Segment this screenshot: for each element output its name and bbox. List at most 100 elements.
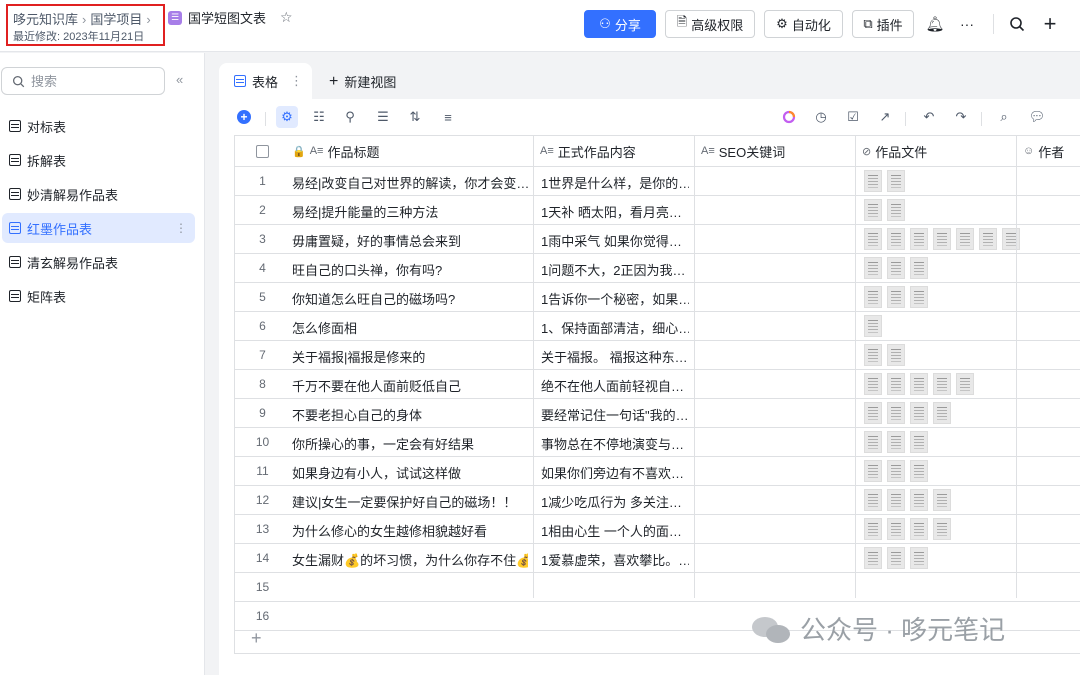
cell-content[interactable]: 要经常记住一句话"我的… bbox=[541, 405, 689, 424]
search-input[interactable] bbox=[31, 73, 141, 89]
cell-content[interactable]: 1雨中采气 如果你觉得… bbox=[541, 231, 689, 250]
sidebar-item-miaoqing[interactable]: 妙清解易作品表 bbox=[2, 179, 195, 209]
cell-files[interactable] bbox=[864, 547, 928, 569]
file-thumbnail[interactable] bbox=[887, 286, 905, 308]
table-row[interactable]: 7 关于福报|福报是修来的 关于福报。 福报这种东… bbox=[235, 341, 1080, 370]
file-thumbnail[interactable] bbox=[887, 199, 905, 221]
cell-content[interactable]: 1告诉你一个秘密，如果… bbox=[541, 289, 689, 308]
cell-title[interactable]: 不要老担心自己的身体 bbox=[292, 405, 528, 424]
file-thumbnail[interactable] bbox=[864, 431, 882, 453]
cell-content[interactable]: 1相由心生 一个人的面… bbox=[541, 521, 689, 540]
file-thumbnail[interactable] bbox=[910, 402, 928, 424]
cell-files[interactable] bbox=[864, 373, 974, 395]
cell-files[interactable] bbox=[864, 518, 951, 540]
cell-title[interactable]: 易经|提升能量的三种方法 bbox=[292, 202, 528, 221]
table-row[interactable]: 13 为什么修心的女生越修相貌越好看 1相由心生 一个人的面… bbox=[235, 515, 1080, 544]
file-thumbnail[interactable] bbox=[887, 518, 905, 540]
star-icon[interactable]: ☆ bbox=[280, 9, 293, 26]
file-thumbnail[interactable] bbox=[910, 228, 928, 250]
cell-files[interactable] bbox=[864, 315, 882, 337]
column-header-title[interactable]: 🔒 A≡ 作品标题 bbox=[290, 136, 534, 167]
file-thumbnail[interactable] bbox=[864, 315, 882, 337]
file-thumbnail[interactable] bbox=[887, 460, 905, 482]
cell-title[interactable]: 千万不要在他人面前贬低自己 bbox=[292, 376, 528, 395]
doc-title[interactable]: 国学短图文表 bbox=[188, 8, 266, 27]
search-icon[interactable] bbox=[1005, 12, 1029, 36]
plugins-button[interactable]: ⧉ 插件 bbox=[852, 10, 914, 38]
ai-icon[interactable] bbox=[779, 107, 799, 127]
table-row[interactable]: 11 如果身边有小人，试试这样做 如果你们旁边有不喜欢… bbox=[235, 457, 1080, 486]
field-settings-icon[interactable]: ⚙ bbox=[276, 106, 298, 128]
cell-title[interactable]: 你所操心的事，一定会有好结果 bbox=[292, 434, 528, 453]
file-thumbnail[interactable] bbox=[910, 460, 928, 482]
file-thumbnail[interactable] bbox=[864, 344, 882, 366]
cell-content[interactable]: 1减少吃瓜行为 多关注… bbox=[541, 492, 689, 511]
table-row[interactable]: 1 易经|改变自己对世界的解读，你才会变… 1世界是什么样，是你的… bbox=[235, 167, 1080, 196]
file-thumbnail[interactable] bbox=[864, 460, 882, 482]
file-thumbnail[interactable] bbox=[933, 518, 951, 540]
redo-icon[interactable]: ↷ bbox=[951, 107, 971, 127]
search-box[interactable] bbox=[1, 67, 165, 95]
cell-files[interactable] bbox=[864, 402, 951, 424]
file-thumbnail[interactable] bbox=[864, 402, 882, 424]
cell-title[interactable]: 如果身边有小人，试试这样做 bbox=[292, 463, 528, 482]
column-header-content[interactable]: A≡ 正式作品内容 bbox=[534, 136, 695, 167]
cell-files[interactable] bbox=[864, 199, 905, 221]
tab-grid-view[interactable]: 表格 ⋮ bbox=[219, 63, 312, 99]
file-thumbnail[interactable] bbox=[910, 373, 928, 395]
new-view-button[interactable]: + 新建视图 bbox=[329, 72, 396, 91]
file-thumbnail[interactable] bbox=[910, 286, 928, 308]
file-thumbnail[interactable] bbox=[933, 402, 951, 424]
cell-title[interactable]: 怎么修面相 bbox=[292, 318, 528, 337]
breadcrumb-item-project[interactable]: 国学项目 bbox=[90, 12, 142, 27]
undo-icon[interactable]: ↶ bbox=[919, 107, 939, 127]
file-thumbnail[interactable] bbox=[887, 373, 905, 395]
file-thumbnail[interactable] bbox=[864, 547, 882, 569]
cell-files[interactable] bbox=[864, 257, 928, 279]
file-thumbnail[interactable] bbox=[910, 431, 928, 453]
cell-files[interactable] bbox=[864, 460, 928, 482]
table-row[interactable]: 4 旺自己的口头禅，你有吗? 1问题不大，2正因为我… bbox=[235, 254, 1080, 283]
file-thumbnail[interactable] bbox=[887, 228, 905, 250]
file-thumbnail[interactable] bbox=[979, 228, 997, 250]
column-header-files[interactable]: ⊘ 作品文件 bbox=[856, 136, 1017, 167]
bell-icon[interactable]: 🔔︎ bbox=[923, 12, 947, 36]
file-thumbnail[interactable] bbox=[887, 431, 905, 453]
file-thumbnail[interactable] bbox=[910, 518, 928, 540]
cell-files[interactable] bbox=[864, 344, 905, 366]
file-thumbnail[interactable] bbox=[910, 489, 928, 511]
sidebar-item-benchmark[interactable]: 对标表 bbox=[2, 111, 195, 141]
cell-title[interactable]: 你知道怎么旺自己的磁场吗? bbox=[292, 289, 528, 308]
file-thumbnail[interactable] bbox=[887, 489, 905, 511]
file-thumbnail[interactable] bbox=[864, 286, 882, 308]
file-thumbnail[interactable] bbox=[933, 373, 951, 395]
table-row[interactable]: 12 建议|女生一定要保护好自己的磁场！！ 1减少吃瓜行为 多关注… bbox=[235, 486, 1080, 515]
file-thumbnail[interactable] bbox=[910, 547, 928, 569]
table-row[interactable]: 14 女生漏财💰的坏习惯，为什么你存不住💰 1爱慕虚荣，喜欢攀比。… bbox=[235, 544, 1080, 573]
cell-content[interactable]: 如果你们旁边有不喜欢… bbox=[541, 463, 689, 482]
cell-content[interactable]: 1、保持面部清洁，细心… bbox=[541, 318, 689, 337]
column-header-seo[interactable]: A≡ SEO关键词 bbox=[695, 136, 856, 167]
share-out-icon[interactable]: ↗ bbox=[875, 107, 895, 127]
cell-files[interactable] bbox=[864, 286, 928, 308]
file-thumbnail[interactable] bbox=[864, 257, 882, 279]
find-icon[interactable]: ⌕ bbox=[994, 107, 1014, 127]
file-thumbnail[interactable] bbox=[956, 373, 974, 395]
file-thumbnail[interactable] bbox=[887, 257, 905, 279]
row-height-icon[interactable]: ≡ bbox=[438, 107, 458, 127]
file-thumbnail[interactable] bbox=[910, 257, 928, 279]
table-row[interactable]: 6 怎么修面相 1、保持面部清洁，细心… bbox=[235, 312, 1080, 341]
cell-title[interactable]: 为什么修心的女生越修相貌越好看 bbox=[292, 521, 528, 540]
share-button[interactable]: ⚇ 分享 bbox=[584, 10, 656, 38]
cell-content[interactable]: 1爱慕虚荣，喜欢攀比。… bbox=[541, 550, 689, 569]
file-thumbnail[interactable] bbox=[887, 547, 905, 569]
file-thumbnail[interactable] bbox=[933, 228, 951, 250]
file-thumbnail[interactable] bbox=[887, 170, 905, 192]
group-icon[interactable]: ☰ bbox=[373, 107, 393, 127]
table-row[interactable]: 8 千万不要在他人面前贬低自己 绝不在他人面前轻视自… bbox=[235, 370, 1080, 399]
file-thumbnail[interactable] bbox=[887, 344, 905, 366]
cell-title[interactable]: 关于福报|福报是修来的 bbox=[292, 347, 528, 366]
plus-icon[interactable]: + bbox=[1038, 11, 1062, 36]
table-row[interactable]: 9 不要老担心自己的身体 要经常记住一句话"我的… bbox=[235, 399, 1080, 428]
cell-files[interactable] bbox=[864, 431, 928, 453]
